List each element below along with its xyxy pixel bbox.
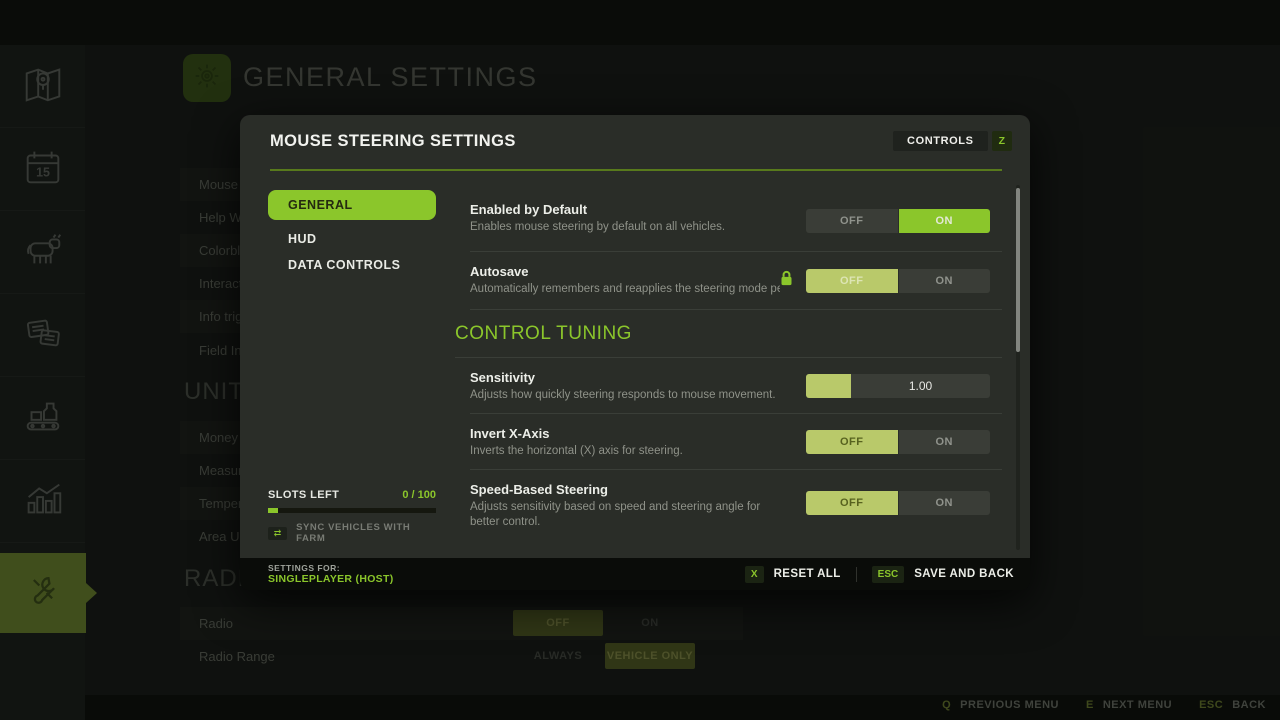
- key-x-badge: X: [745, 566, 764, 583]
- toggle-on-option[interactable]: ON: [899, 491, 991, 515]
- setting-desc: Adjusts how quickly steering responds to…: [470, 388, 800, 403]
- toggle-off-option[interactable]: OFF: [806, 209, 898, 233]
- save-and-back-button[interactable]: SAVE AND BACK: [914, 568, 1014, 580]
- setting-row-autosave: Autosave Automatically remembers and rea…: [470, 252, 1002, 310]
- setting-desc: Enables mouse steering by default on all…: [470, 220, 800, 235]
- dialog-footer: SETTINGS FOR: SINGLEPLAYER (HOST) X RESE…: [240, 558, 1030, 590]
- slider-value: 1.00: [851, 374, 990, 398]
- lock-icon: [779, 269, 794, 293]
- sensitivity-slider[interactable]: 1.00: [806, 374, 990, 398]
- setting-label: Autosave: [470, 264, 780, 279]
- mouse-steering-settings-dialog: MOUSE STEERING SETTINGS CONTROLS Z GENER…: [240, 115, 1030, 590]
- toggle-off-option[interactable]: OFF: [806, 491, 898, 515]
- setting-label: Speed-Based Steering: [470, 482, 780, 497]
- setting-label: Enabled by Default: [470, 202, 800, 217]
- slots-progress-bar: [268, 508, 436, 513]
- dialog-tabs: GENERAL HUD DATA CONTROLS: [268, 190, 436, 272]
- setting-row-invert-x-axis: Invert X-Axis Inverts the horizontal (X)…: [470, 414, 1002, 470]
- footer-separator: [856, 567, 857, 582]
- slots-left-label: SLOTS LEFT: [268, 489, 339, 501]
- setting-label: Sensitivity: [470, 370, 800, 385]
- screen: 15 GENERAL SETTINGS Mouse St Help Win Co…: [0, 0, 1280, 720]
- tab-data-controls[interactable]: DATA CONTROLS: [268, 258, 436, 272]
- autosave-toggle: OFF ON: [806, 269, 990, 293]
- section-header-control-tuning: CONTROL TUNING: [455, 310, 1002, 358]
- setting-row-sensitivity: Sensitivity Adjusts how quickly steering…: [470, 358, 1002, 414]
- sync-vehicles-row: ⇄ SYNC VEHICLES WITH FARM: [268, 522, 436, 544]
- enabled-by-default-toggle: OFF ON: [806, 209, 990, 233]
- setting-desc: Adjusts sensitivity based on speed and s…: [470, 500, 780, 530]
- tab-general[interactable]: GENERAL: [268, 190, 436, 220]
- speed-based-steering-toggle: OFF ON: [806, 491, 990, 515]
- reset-all-button[interactable]: RESET ALL: [774, 568, 841, 580]
- slots-left-panel: SLOTS LEFT 0 / 100 ⇄ SYNC VEHICLES WITH …: [268, 489, 436, 544]
- setting-row-enabled-by-default: Enabled by Default Enables mouse steerin…: [470, 190, 1002, 252]
- settings-for-block: SETTINGS FOR: SINGLEPLAYER (HOST): [268, 563, 394, 585]
- setting-desc: Automatically remembers and reapplies th…: [470, 282, 780, 297]
- toggle-off-option[interactable]: OFF: [806, 430, 898, 454]
- setting-row-speed-based-steering: Speed-Based Steering Adjusts sensitivity…: [470, 470, 1002, 536]
- slider-fill: [806, 374, 851, 398]
- toggle-on-option: ON: [899, 269, 991, 293]
- setting-label: Invert X-Axis: [470, 426, 800, 441]
- dialog-title: MOUSE STEERING SETTINGS: [270, 132, 516, 151]
- slots-progress-fill: [268, 508, 278, 513]
- key-esc-badge: ESC: [872, 566, 905, 583]
- settings-for-label: SETTINGS FOR:: [268, 563, 394, 573]
- scrollbar-thumb[interactable]: [1016, 188, 1020, 352]
- header-divider: [270, 169, 1002, 171]
- tab-hud[interactable]: HUD: [268, 232, 436, 246]
- slots-left-value: 0 / 100: [402, 489, 436, 501]
- controls-button-label[interactable]: CONTROLS: [893, 131, 988, 151]
- controls-button[interactable]: CONTROLS Z: [893, 131, 1012, 151]
- sync-vehicles-label: SYNC VEHICLES WITH FARM: [296, 522, 436, 544]
- toggle-on-option[interactable]: ON: [899, 430, 991, 454]
- toggle-off-option: OFF: [806, 269, 898, 293]
- scrollbar-track[interactable]: [1016, 185, 1020, 550]
- toggle-on-option[interactable]: ON: [899, 209, 991, 233]
- invert-x-axis-toggle: OFF ON: [806, 430, 990, 454]
- settings-for-value: SINGLEPLAYER (HOST): [268, 573, 394, 585]
- setting-desc: Inverts the horizontal (X) axis for stee…: [470, 444, 800, 459]
- key-z-badge: Z: [992, 131, 1012, 151]
- sync-key-icon: ⇄: [268, 527, 287, 540]
